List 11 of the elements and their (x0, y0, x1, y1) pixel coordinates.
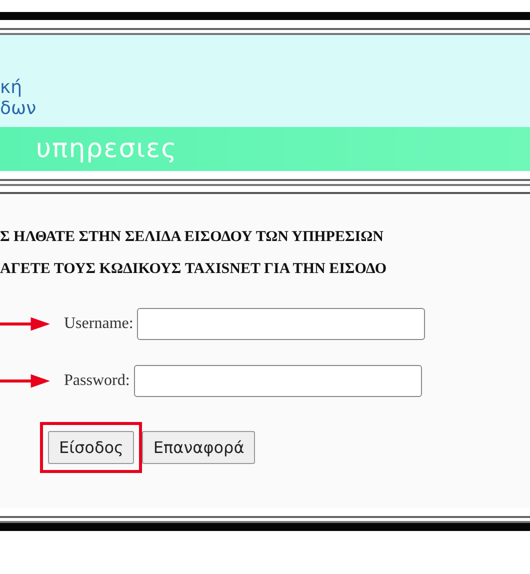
reset-button[interactable]: Επαναφορά (142, 431, 256, 464)
field-label: Password: (64, 372, 130, 390)
notice-text: ΑΓΕΤΕ ΤΟΥΣ ΚΩΔΙΚΟΥΣ TAXISNET ΓΙΑ ΤΗΝ ΕΙΣΟΔΟ (0, 260, 388, 278)
input-field[interactable] (134, 365, 422, 397)
logo-text: κή (0, 77, 24, 98)
submit-button[interactable]: Είσοδος (48, 431, 134, 464)
banner-title: υπηρεσιες (36, 134, 178, 164)
field-label: Username: (64, 315, 134, 333)
notice-text: Σ ΗΛΘΑΤΕ ΣΤΗΝ ΣΕΛΙΔΑ ΕΙΣΟΔΟΥ ΤΩΝ ΥΠΗΡΕΣΙΩΝ (0, 228, 384, 246)
input-field[interactable] (137, 308, 426, 340)
logo-text: δων (0, 98, 36, 119)
